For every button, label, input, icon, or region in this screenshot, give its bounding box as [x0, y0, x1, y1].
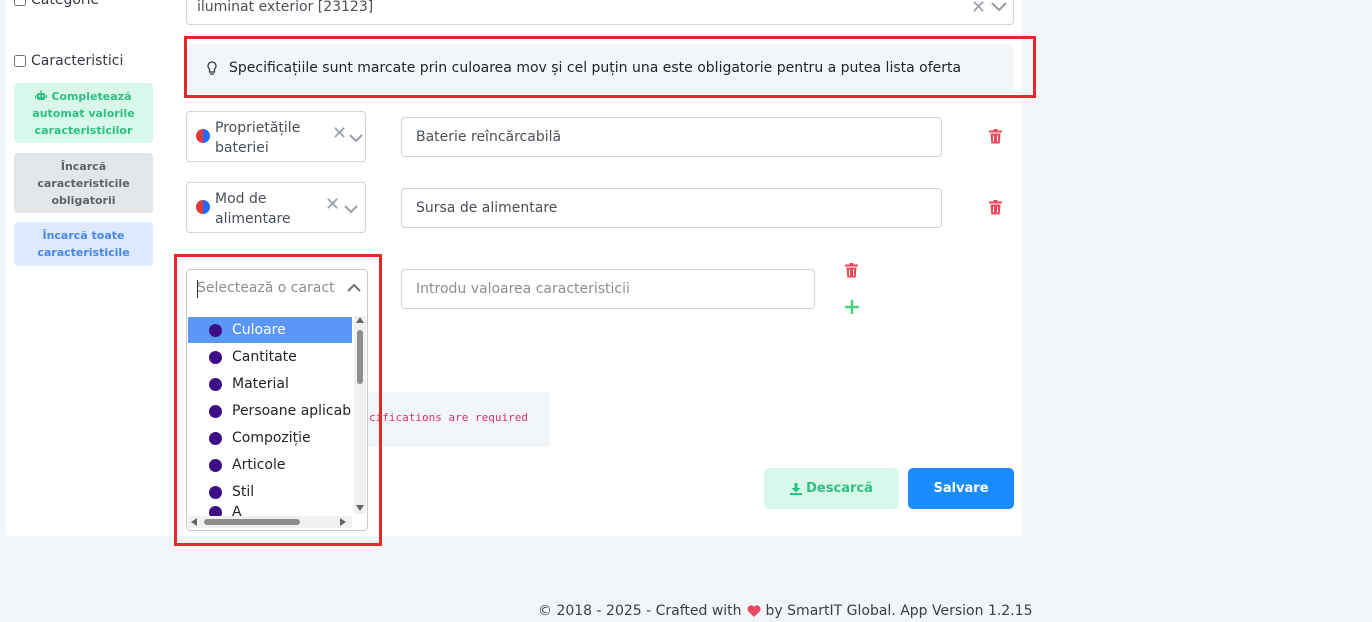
trash-icon[interactable] [845, 263, 858, 278]
footer: © 2018 - 2025 - Crafted with by SmartIT … [538, 603, 1032, 619]
download-icon [790, 482, 803, 495]
footer-text-after: by SmartIT Global. App Version 1.2.15 [765, 603, 1033, 619]
download-button[interactable]: Descarcă [764, 468, 899, 509]
attribute-select-2-value: Mod de alimentare [215, 191, 291, 227]
error-message-box: cifications are required [356, 392, 550, 447]
characteristics-label: Caracteristici [31, 53, 124, 69]
attribute-value-input-1[interactable]: Baterie reîncărcabilă [401, 117, 942, 157]
attribute-select-2[interactable]: Mod de alimentare ✕ [186, 182, 366, 233]
auto-fill-label: Completează automat valorile caracterist… [32, 89, 135, 137]
clear-icon[interactable]: ✕ [325, 195, 340, 215]
load-required-label: Încarcă caracteristicile obligatorii [37, 159, 130, 207]
attribute-select-1[interactable]: Proprietățile bateriei ✕ [186, 111, 366, 162]
download-label: Descarcă [806, 481, 873, 496]
chevron-down-icon[interactable] [990, 1, 1008, 13]
spec-type-dot [196, 200, 210, 214]
plus-icon[interactable] [845, 300, 859, 314]
characteristics-checkbox[interactable] [14, 55, 26, 67]
load-all-button[interactable]: Încarcă toate caracteristicile [14, 222, 153, 266]
save-button[interactable]: Salvare [908, 468, 1014, 509]
trash-icon[interactable] [989, 200, 1002, 215]
category-checkbox[interactable] [14, 0, 26, 6]
auto-fill-button[interactable]: Completează automat valorile caracterist… [14, 83, 153, 143]
category-checkbox-row[interactable]: Categorie [14, 0, 99, 8]
clear-icon[interactable]: ✕ [332, 124, 347, 144]
new-attribute-value-input[interactable]: Introdu valoarea caracteristicii [401, 269, 815, 309]
attribute-value-input-2[interactable]: Sursa de alimentare [401, 188, 942, 228]
footer-text-before: © 2018 - 2025 - Crafted with [538, 603, 742, 619]
category-label: Categorie [31, 0, 100, 8]
trash-icon[interactable] [989, 129, 1002, 144]
chevron-down-icon[interactable] [343, 204, 359, 215]
spec-type-dot [196, 129, 210, 143]
robot-icon [35, 89, 48, 100]
category-select[interactable]: iluminat exterior [23123] ✕ [186, 0, 1014, 25]
heart-icon [747, 605, 761, 617]
load-all-label: Încarcă toate caracteristicile [37, 229, 130, 259]
attribute-select-1-value: Proprietățile bateriei [215, 120, 301, 156]
category-select-value: iluminat exterior [23123] [197, 0, 374, 15]
highlight-box-dropdown [174, 254, 382, 546]
error-message: cifications are required [369, 411, 528, 424]
characteristics-checkbox-row[interactable]: Caracteristici [14, 53, 123, 69]
highlight-box-notice [184, 36, 1036, 98]
load-required-button[interactable]: Încarcă caracteristicile obligatorii [14, 153, 153, 213]
chevron-down-icon[interactable] [348, 133, 364, 144]
clear-icon[interactable]: ✕ [971, 0, 986, 18]
